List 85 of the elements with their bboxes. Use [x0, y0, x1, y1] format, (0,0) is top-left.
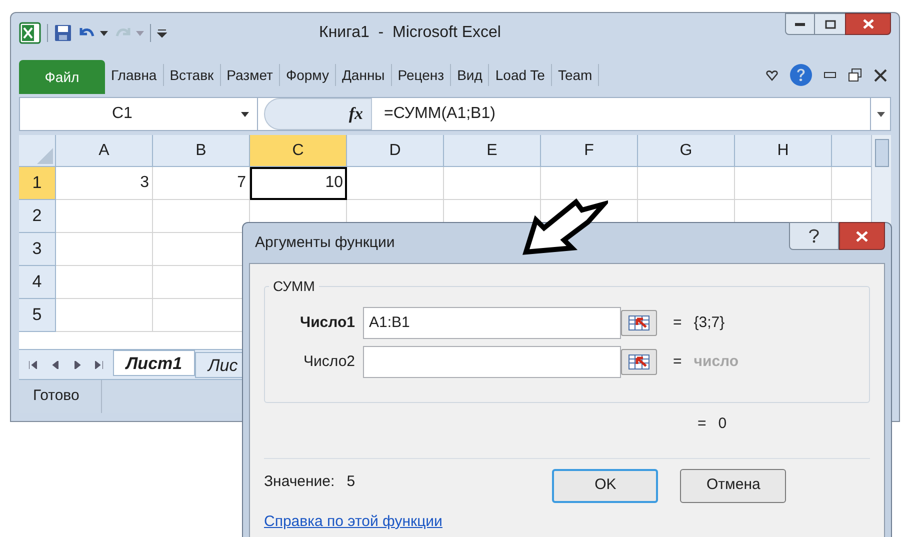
ribbon-tab[interactable]: Размет [220, 62, 279, 88]
status-text: Готово [33, 386, 80, 406]
help-icon[interactable] [790, 64, 812, 86]
table-cell[interactable] [56, 233, 153, 266]
argument-label: Число1 [299, 312, 355, 333]
value-label: Значение: [264, 472, 335, 492]
table-cell[interactable] [735, 167, 832, 200]
argument-label: Число2 [302, 352, 355, 372]
column-header[interactable]: G [638, 135, 735, 167]
table-cell[interactable] [56, 266, 153, 299]
range-select-button[interactable] [621, 349, 657, 375]
table-cell[interactable] [347, 167, 444, 200]
equals-sign: = [673, 312, 682, 333]
column-header[interactable]: D [347, 135, 444, 167]
sheet-nav-icon[interactable] [73, 360, 81, 368]
table-cell[interactable] [541, 167, 638, 200]
dialog-title: Аргументы функции [255, 232, 395, 253]
sheet-tab[interactable]: Лист1 [113, 350, 196, 376]
row-header[interactable]: 2 [19, 200, 56, 233]
table-cell[interactable] [56, 200, 153, 233]
collapse-dialog-icon [628, 354, 650, 370]
row-header[interactable]: 4 [19, 266, 56, 299]
equals-sign: = [697, 414, 706, 434]
close-icon [862, 19, 874, 29]
close-button[interactable] [845, 13, 891, 35]
argument-field[interactable]: A1:B1 [363, 307, 621, 339]
dialog-button[interactable]: Отмена [680, 468, 786, 502]
ribbon-tab[interactable]: Вставк [164, 62, 220, 88]
column-header[interactable]: H [735, 135, 832, 167]
caret-icon[interactable] [876, 112, 884, 116]
close-button[interactable] [839, 222, 885, 250]
window-title: Книга1 - Microsoft Excel [319, 23, 501, 43]
column-header[interactable]: E [444, 135, 541, 167]
help-button[interactable] [789, 222, 839, 250]
heart-icon[interactable] [766, 70, 778, 80]
ribbon-tab[interactable]: Данны [336, 62, 391, 88]
arrow-icon [522, 196, 608, 256]
ribbon-tab[interactable]: Главна [105, 62, 163, 88]
row-header[interactable]: 5 [19, 299, 56, 332]
table-cell[interactable]: 10 [250, 167, 347, 200]
collapse-dialog-icon [628, 315, 650, 331]
name-box[interactable]: C1 [20, 98, 258, 130]
formula-field[interactable]: =СУММ(A1;B1) [384, 102, 496, 126]
save-icon[interactable] [54, 24, 72, 42]
range-select-button[interactable] [621, 310, 657, 336]
maximize-button[interactable] [815, 13, 845, 35]
sheet-nav-icon[interactable] [95, 360, 103, 368]
row-header[interactable]: 1 [19, 167, 56, 200]
row-header[interactable]: 3 [19, 233, 56, 266]
equals-sign: = [673, 352, 682, 372]
restore-icon[interactable] [848, 68, 862, 82]
customize-toolbar-icon[interactable] [157, 28, 167, 38]
ribbon-tab[interactable]: Team [552, 62, 598, 88]
maximize-icon [824, 20, 836, 28]
close-icon[interactable] [874, 68, 887, 82]
close-icon [856, 230, 868, 242]
value-text: 5 [346, 472, 356, 492]
insert-function-button[interactable]: fx [348, 101, 363, 127]
ribbon-tab[interactable]: Load Te [489, 62, 551, 88]
argument-result: число [694, 352, 739, 372]
argument-result: {3;7} [694, 312, 725, 333]
table-cell[interactable] [638, 167, 735, 200]
table-cell[interactable] [444, 167, 541, 200]
minimize-icon[interactable] [824, 72, 836, 78]
spreadsheet-app-icon[interactable] [19, 22, 41, 44]
caret-icon[interactable] [100, 30, 108, 36]
ribbon-tab[interactable]: Вид [451, 62, 488, 88]
minimize-icon [795, 22, 805, 26]
column-header[interactable]: C [250, 135, 347, 167]
caret-icon[interactable] [241, 112, 249, 116]
argument-field[interactable] [363, 346, 621, 378]
sheet-nav-icon[interactable] [29, 360, 37, 368]
ribbon-tab[interactable]: Форму [280, 62, 335, 88]
table-cell[interactable]: 7 [153, 167, 250, 200]
help-link[interactable]: Справка по этой функции [264, 511, 442, 534]
formula-result: 0 [718, 414, 727, 434]
file-tab[interactable]: Файл [19, 60, 105, 94]
column-header[interactable]: F [541, 135, 638, 167]
sheet-nav-icon[interactable] [51, 360, 59, 368]
dialog-button[interactable]: OK [552, 468, 658, 502]
question-mark-icon [809, 229, 819, 243]
table-cell[interactable]: 3 [56, 167, 153, 200]
column-header[interactable]: A [56, 135, 153, 167]
minimize-button[interactable] [785, 13, 815, 35]
ribbon-tab[interactable]: Реценз [392, 62, 450, 88]
